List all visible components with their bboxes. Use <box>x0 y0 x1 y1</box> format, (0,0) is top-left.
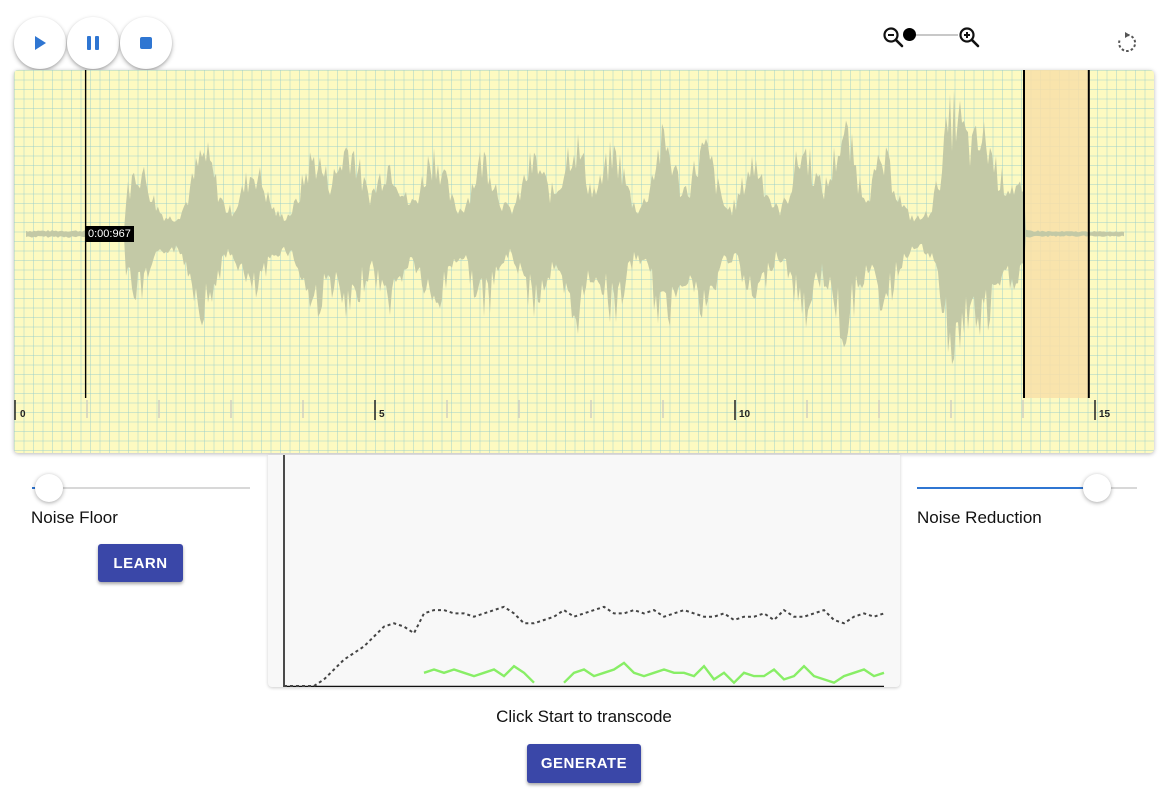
zoom-slider-thumb[interactable] <box>903 28 916 41</box>
zoom-out-icon[interactable] <box>882 26 906 50</box>
noise-reduction-fill <box>917 487 1098 489</box>
zoom-in-icon[interactable] <box>958 26 982 50</box>
playhead-time-label: 0:00:967 <box>85 226 134 242</box>
generate-button[interactable]: GENERATE <box>527 744 641 783</box>
timeline-tick-5: 5 <box>379 409 385 420</box>
play-icon <box>35 36 46 50</box>
waveform-shape <box>26 90 1124 365</box>
stop-button[interactable] <box>120 17 172 69</box>
refresh-icon[interactable] <box>1116 32 1138 54</box>
timeline-tick-15: 15 <box>1099 409 1111 420</box>
learn-button[interactable]: LEARN <box>98 544 183 582</box>
timeline-tick-0: 0 <box>20 409 26 420</box>
chart-series-line-1 <box>563 661 885 685</box>
pause-button[interactable] <box>67 17 119 69</box>
noise-chart <box>268 455 900 687</box>
play-button[interactable] <box>14 17 66 69</box>
noise-reduction-thumb[interactable] <box>1083 474 1112 502</box>
noise-reduction-slider[interactable] <box>917 474 1137 502</box>
stop-icon <box>140 37 152 49</box>
noise-floor-rail[interactable] <box>32 487 250 489</box>
noise-floor-label: Noise Floor <box>31 508 118 527</box>
chart-series-line-1 <box>423 664 535 684</box>
status-text: Click Start to transcode <box>496 707 672 726</box>
waveform-panel[interactable]: 0:00:967 0 5 10 15 <box>14 70 1154 453</box>
transport-controls <box>14 17 173 69</box>
noise-reduction-label: Noise Reduction <box>917 508 1042 527</box>
noise-floor-thumb[interactable] <box>35 474 64 502</box>
timeline-tick-10: 10 <box>739 409 751 420</box>
noise-floor-slider[interactable] <box>32 474 250 502</box>
zoom-control <box>882 26 982 50</box>
pause-icon <box>87 36 99 50</box>
chart-series-line-0 <box>284 605 885 687</box>
timeline-ruler <box>14 400 1096 420</box>
